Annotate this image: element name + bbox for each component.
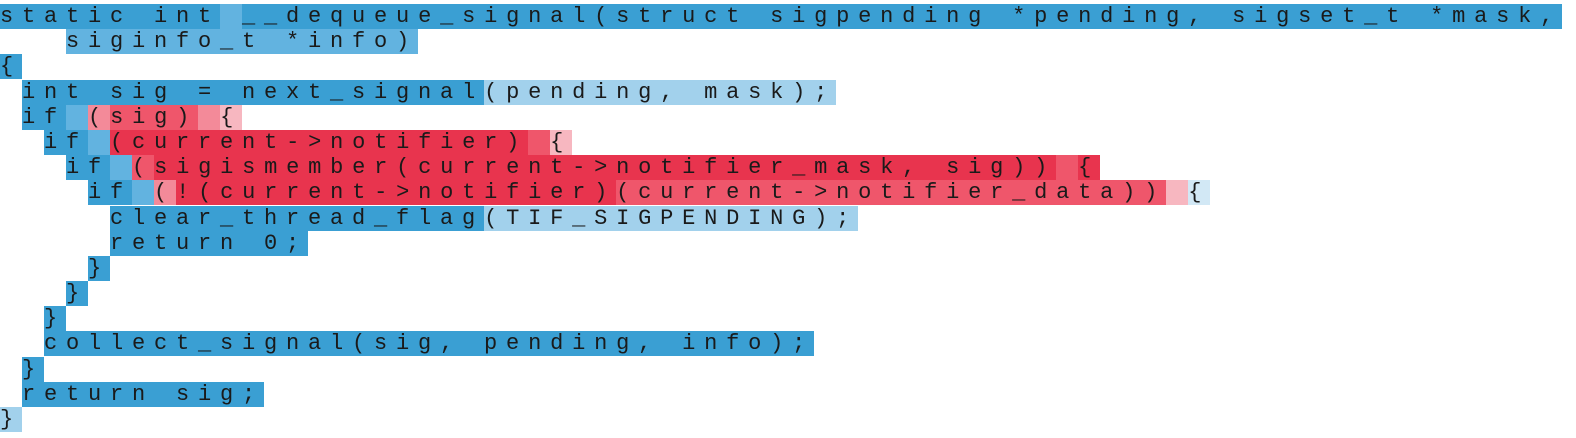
- code-token: collect_signal(sig, pending, info);: [44, 331, 815, 357]
- code-token: static int: [0, 4, 221, 29]
- code-token: [198, 104, 221, 130]
- code-line: int sig = next_signal(pending, mask);: [0, 79, 1576, 105]
- code-token: int sig = next_signal: [22, 79, 485, 105]
- code-token: {: [550, 129, 573, 155]
- code-token: if: [44, 129, 89, 155]
- code-token: [66, 104, 89, 130]
- code-line: if (sig) {: [0, 104, 1576, 130]
- code-token: [528, 129, 551, 155]
- code-token: [88, 129, 111, 155]
- code-token: sig): [110, 104, 199, 130]
- code-token: return 0;: [110, 230, 309, 256]
- code-token: }: [44, 306, 67, 332]
- code-token: if: [66, 155, 111, 181]
- code-line: collect_signal(sig, pending, info);: [0, 331, 1576, 357]
- code-line: }: [0, 407, 1576, 432]
- code-line: }: [0, 255, 1576, 281]
- code-token: return sig;: [22, 381, 265, 407]
- code-token: !(current->notifier): [176, 180, 617, 206]
- code-token: }: [0, 407, 23, 432]
- code-token: {: [220, 104, 243, 130]
- code-line: static int __dequeue_signal(struct sigpe…: [0, 4, 1576, 29]
- code-token: [132, 180, 155, 206]
- code-line: if (current->notifier) {: [0, 129, 1576, 155]
- code-token: mask);: [704, 79, 837, 105]
- code-token: if: [88, 180, 133, 206]
- code-token: (: [154, 180, 177, 206]
- code-line: return 0;: [0, 230, 1576, 256]
- code-token: (current->notifier): [110, 129, 529, 155]
- code-line: }: [0, 356, 1576, 382]
- code-token: [1166, 180, 1189, 206]
- code-token: {: [1078, 155, 1101, 181]
- code-token: [220, 4, 243, 29]
- code-line: siginfo_t *info): [0, 29, 1576, 55]
- code-line: if (!(current->notifier)(current->notifi…: [0, 180, 1576, 206]
- code-token: __dequeue_signal: [242, 4, 595, 29]
- code-line: if (sigismember(current->notifier_mask, …: [0, 155, 1576, 181]
- code-token: (TIF_SIGPENDING);: [484, 205, 859, 231]
- code-token: }: [66, 281, 89, 307]
- code-line: }: [0, 306, 1576, 332]
- code-line: clear_thread_flag(TIF_SIGPENDING);: [0, 205, 1576, 231]
- code-token: (pending,: [484, 79, 705, 105]
- code-token: clear_thread_flag: [110, 205, 485, 231]
- code-token: }: [88, 255, 111, 281]
- code-token: [1056, 155, 1079, 181]
- code-line: }: [0, 281, 1576, 307]
- code-token: siginfo_t *info): [66, 29, 419, 55]
- code-line: {: [0, 54, 1576, 80]
- code-token: }: [22, 356, 45, 382]
- code-token: (struct sigpending *pending, sigset_t *m…: [594, 4, 1563, 29]
- code-line: return sig;: [0, 381, 1576, 407]
- code-token: [110, 155, 133, 181]
- code-token: (: [88, 104, 111, 130]
- code-token: (: [132, 155, 155, 181]
- code-token: {: [0, 54, 23, 80]
- code-token: sigismember(current->notifier_mask, sig)…: [154, 155, 1057, 181]
- code-token: if: [22, 104, 67, 130]
- code-token: (current->notifier_data)): [616, 180, 1167, 206]
- code-attribution-view: static int __dequeue_signal(struct sigpe…: [0, 0, 1576, 438]
- code-token: {: [1188, 180, 1211, 206]
